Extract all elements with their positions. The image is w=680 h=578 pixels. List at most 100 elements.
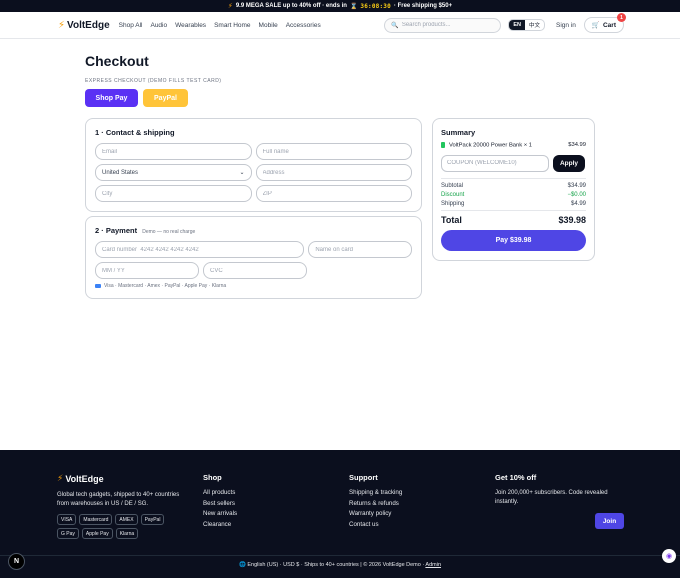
address-field[interactable] bbox=[255, 164, 412, 181]
chip-amex: AMEX bbox=[115, 514, 138, 525]
footer-link-returns[interactable]: Returns & refunds bbox=[349, 500, 495, 507]
payment-heading: 2 · Payment Demo — no real charge bbox=[95, 226, 412, 235]
full-name-field[interactable] bbox=[255, 143, 412, 160]
chevron-down-icon: ⌄ bbox=[239, 170, 245, 176]
subscribe-form: Join bbox=[495, 513, 641, 529]
payment-methods: Visa · Mastercard · Amex · PayPal · Appl… bbox=[95, 283, 412, 289]
coupon-input[interactable] bbox=[441, 154, 549, 172]
promo-timer: 36:08:30 bbox=[360, 2, 391, 10]
total-label: Total bbox=[441, 214, 462, 225]
discount-row: Discount −$0.00 bbox=[441, 192, 586, 198]
battery-icon bbox=[441, 142, 445, 148]
city-field[interactable] bbox=[95, 185, 252, 202]
footer-logo-text: VoltEdge bbox=[65, 473, 104, 484]
footer-brand: ⚡ VoltEdge Global tech gadgets, shipped … bbox=[57, 473, 203, 539]
footer-link-clearance[interactable]: Clearance bbox=[203, 521, 349, 528]
payment-methods-text: Visa · Mastercard · Amex · PayPal · Appl… bbox=[104, 283, 227, 289]
nav-smart-home[interactable]: Smart Home bbox=[214, 22, 250, 29]
footer-support: Support Shipping & tracking Returns & re… bbox=[349, 473, 495, 539]
nav-wearables[interactable]: Wearables bbox=[175, 22, 206, 29]
name-on-card-field[interactable] bbox=[308, 241, 412, 258]
pay-button[interactable]: Pay $39.98 bbox=[441, 229, 586, 251]
subtotal-label: Subtotal bbox=[441, 182, 464, 189]
nav-audio[interactable]: Audio bbox=[150, 22, 167, 29]
page-title: Checkout bbox=[85, 53, 149, 69]
cvc-field[interactable] bbox=[203, 262, 307, 279]
bolt-icon: ⚡ bbox=[58, 19, 66, 31]
card-number-field[interactable] bbox=[95, 241, 305, 258]
express-checkout: Shop Pay PayPal bbox=[85, 89, 595, 107]
email-field[interactable] bbox=[95, 143, 252, 160]
footer-bottom: 🌐 English (US) · USD $ · Ships to 40+ co… bbox=[0, 555, 680, 568]
lang-en-button[interactable]: EN bbox=[509, 20, 525, 30]
sign-in-link[interactable]: Sign in bbox=[556, 22, 576, 29]
cart-icon: 🛒 bbox=[591, 22, 600, 29]
discount-label: Discount bbox=[441, 191, 465, 198]
chip-klarna: Klarna bbox=[115, 528, 139, 539]
lang-zh-button[interactable]: 中文 bbox=[525, 20, 544, 30]
join-button[interactable]: Join bbox=[595, 513, 624, 529]
cart-label: Cart bbox=[602, 21, 616, 29]
footer-link-contact[interactable]: Contact us bbox=[349, 521, 495, 528]
chat-widget-icon[interactable]: ◉ bbox=[662, 549, 676, 563]
dev-tools-badge[interactable]: N bbox=[8, 553, 25, 570]
globe-icon: 🌐 bbox=[238, 562, 246, 568]
nav-accessories[interactable]: Accessories bbox=[286, 22, 321, 29]
divider bbox=[441, 177, 586, 179]
country-select[interactable]: United States ⌄ bbox=[95, 164, 252, 181]
shop-pay-button[interactable]: Shop Pay bbox=[85, 89, 138, 107]
chip-paypal: PayPal bbox=[140, 514, 165, 525]
summary-item: VoltPack 20000 Power Bank × 1 $34.99 bbox=[441, 142, 586, 149]
promo-suffix: · Free shipping $50+ bbox=[393, 3, 453, 9]
nav-mobile[interactable]: Mobile bbox=[259, 22, 278, 29]
divider bbox=[441, 209, 586, 211]
footer-link-best-sellers[interactable]: Best sellers bbox=[203, 500, 349, 507]
nav-shop-all[interactable]: Shop All bbox=[119, 22, 143, 29]
credit-card-icon bbox=[95, 284, 101, 288]
admin-link[interactable]: Admin bbox=[425, 562, 441, 568]
logo-text: VoltEdge bbox=[67, 19, 110, 31]
promo-bar: ⚡ 9.9 MEGA SALE up to 40% off · ends in … bbox=[0, 0, 680, 12]
cart-count-badge: 1 bbox=[617, 13, 626, 22]
total-row: Total $39.98 bbox=[441, 215, 586, 225]
discount-value: −$0.00 bbox=[567, 191, 586, 198]
expiry-field[interactable] bbox=[95, 262, 199, 279]
shipping-row: Shipping $4.99 bbox=[441, 201, 586, 207]
logo[interactable]: ⚡ VoltEdge bbox=[58, 20, 110, 31]
promo-text: 9.9 MEGA SALE up to 40% off · ends in bbox=[235, 3, 347, 9]
item-price: $34.99 bbox=[568, 142, 586, 149]
express-checkout-label: EXPRESS CHECKOUT (DEMO FILLS TEST CARD) bbox=[85, 78, 222, 84]
bolt-icon: ⚡ bbox=[227, 3, 233, 10]
apply-coupon-button[interactable]: Apply bbox=[553, 154, 585, 172]
language-switch: EN 中文 bbox=[508, 19, 546, 31]
footer-shop-heading: Shop bbox=[203, 473, 222, 482]
footer-link-new-arrivals[interactable]: New arrivals bbox=[203, 510, 349, 517]
payment-chips: VISA Mastercard AMEX PayPal G Pay Apple … bbox=[57, 514, 177, 539]
chip-mastercard: Mastercard bbox=[79, 514, 113, 525]
payment-heading-text: 2 · Payment bbox=[95, 226, 138, 235]
hourglass-icon: ⌛ bbox=[349, 3, 358, 10]
subtotal-value: $34.99 bbox=[567, 182, 586, 189]
footer-newsletter: Get 10% off Join 200,000+ subscribers. C… bbox=[495, 473, 641, 539]
contact-heading: 1 · Contact & shipping bbox=[95, 128, 175, 137]
footer-link-all-products[interactable]: All products bbox=[203, 489, 349, 496]
coupon-row: Apply bbox=[441, 154, 586, 172]
site-footer: ⚡ VoltEdge Global tech gadgets, shipped … bbox=[0, 450, 680, 578]
footer-bottom-text: English (US) · USD $ · Ships to 40+ coun… bbox=[247, 562, 425, 568]
search-input[interactable] bbox=[401, 22, 495, 28]
summary-heading: Summary bbox=[441, 128, 476, 137]
search-box: 🔍 bbox=[384, 17, 502, 33]
paypal-button[interactable]: PayPal bbox=[143, 89, 188, 107]
bolt-icon: ⚡ bbox=[57, 473, 64, 483]
cart-button[interactable]: 🛒 Cart 1 bbox=[583, 13, 626, 33]
newsletter-email-input[interactable] bbox=[495, 513, 595, 529]
footer-link-warranty[interactable]: Warranty policy bbox=[349, 510, 495, 517]
footer-news-desc: Join 200,000+ subscribers. Code revealed… bbox=[495, 490, 608, 505]
footer-logo[interactable]: ⚡ VoltEdge bbox=[57, 473, 203, 484]
checkout-main: Checkout EXPRESS CHECKOUT (DEMO FILLS TE… bbox=[85, 53, 595, 299]
zip-field[interactable] bbox=[255, 185, 412, 202]
site-header: ⚡ VoltEdge Shop All Audio Wearables Smar… bbox=[0, 12, 680, 39]
footer-link-shipping[interactable]: Shipping & tracking bbox=[349, 489, 495, 496]
subtotal-row: Subtotal $34.99 bbox=[441, 183, 586, 189]
checkout-form: 1 · Contact & shipping United States ⌄ 2… bbox=[85, 118, 422, 299]
